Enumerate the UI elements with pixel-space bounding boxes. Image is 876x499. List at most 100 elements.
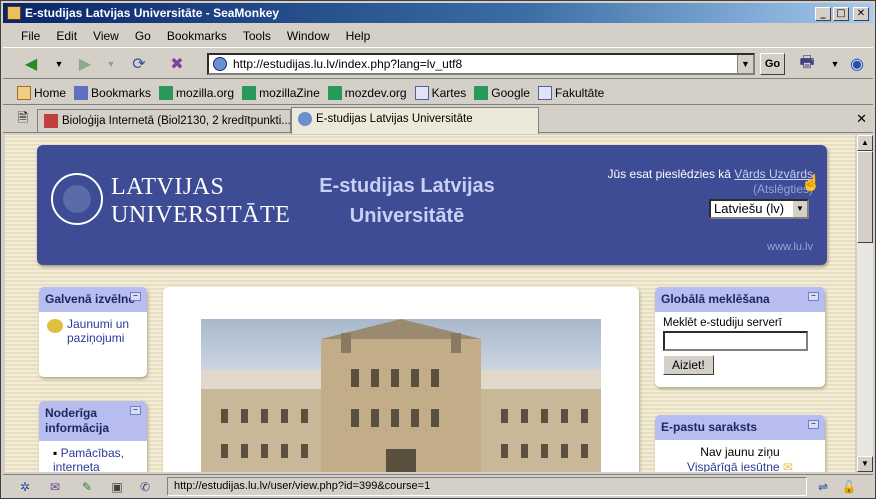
bookmark-kartes[interactable]: Kartes (414, 85, 466, 100)
chevron-down-icon: ▼ (793, 201, 807, 217)
menu-edit[interactable]: Edit (48, 25, 85, 45)
collapse-icon[interactable]: – (130, 406, 141, 415)
menu-view[interactable]: View (85, 25, 127, 45)
url-bar[interactable]: http://estudijas.lu.lv/index.php?lang=lv… (207, 53, 755, 75)
close-button[interactable]: ✕ (853, 7, 869, 21)
mail-icon[interactable]: ✉ (47, 479, 63, 495)
home-icon (17, 85, 31, 100)
back-dropdown-icon[interactable]: ▼ (47, 52, 71, 76)
minimize-button[interactable]: _ (815, 7, 831, 21)
tab-estudijas[interactable]: E-studijas Latvijas Universitāte (291, 107, 539, 134)
scroll-down-icon[interactable]: ▼ (857, 456, 873, 472)
browser-window: E-studijas Latvijas Universitāte - SeaMo… (0, 0, 876, 499)
logo-line-2: UNIVERSITĀTE (111, 202, 291, 228)
envelope-icon: ✉ (782, 460, 793, 472)
login-prefix: Jūs esat pieslēdzies kā (607, 167, 731, 181)
block-title: Galvenā izvēlne (45, 292, 136, 306)
link-icon (474, 85, 489, 100)
bookmark-label: Google (491, 85, 530, 100)
lu-site-link[interactable]: www.lu.lv (767, 241, 813, 253)
window-title: E-studijas Latvijas Universitāte - SeaMo… (25, 6, 280, 20)
bookmark-home[interactable]: Home (17, 85, 66, 100)
users-icon (47, 319, 63, 333)
bookmark-google[interactable]: Google (474, 85, 530, 100)
menu-file[interactable]: File (13, 25, 48, 45)
title-bar: E-studijas Latvijas Universitāte - SeaMo… (3, 3, 873, 23)
print-icon[interactable]: 🖶 (795, 52, 819, 76)
reload-icon[interactable]: ⟳ (127, 52, 151, 76)
block-title: Globālā meklēšana (661, 292, 770, 306)
scroll-thumb[interactable] (857, 151, 873, 243)
status-text: http://estudijas.lu.lv/user/view.php?id=… (167, 477, 807, 496)
addressbook-icon[interactable]: ▣ (109, 479, 125, 495)
bookmark-label: Fakultāte (554, 85, 605, 100)
vertical-scrollbar[interactable]: ▲ ▼ (857, 135, 873, 472)
language-select[interactable]: Latviešu (lv) ▼ (709, 199, 809, 219)
scroll-up-icon[interactable]: ▲ (857, 135, 873, 151)
inbox-link[interactable]: Vispārīgā iesūtne (687, 460, 780, 472)
url-text: http://estudijas.lu.lv/index.php?lang=lv… (233, 57, 463, 71)
university-building-image (201, 319, 601, 472)
security-icon: 🔓 (841, 480, 857, 494)
bullet-icon: ▪ (53, 446, 61, 460)
chat-icon[interactable]: ✆ (137, 479, 153, 495)
forward-dropdown-icon[interactable]: ▼ (99, 52, 123, 76)
tab-biologija[interactable]: Bioloģija Internetā (Biol2130, 2 kredītp… (37, 109, 291, 133)
throbber-icon: ◉ (850, 56, 864, 73)
online-icon: ⇌ (817, 480, 829, 494)
hand-cursor-icon: ☝ (801, 175, 821, 192)
back-icon[interactable]: ◀ (19, 52, 43, 76)
tab-bar: 🗎 Bioloģija Internetā (Biol2130, 2 kredī… (3, 107, 873, 134)
university-logo[interactable]: LATVIJAS UNIVERSITĀTE (111, 175, 290, 227)
tab-label: E-studijas Latvijas Universitāte (316, 113, 473, 125)
guides-link[interactable]: Pamācības, interneta (53, 446, 124, 472)
menu-go[interactable]: Go (127, 25, 159, 45)
stop-icon[interactable]: ✖ (165, 52, 189, 76)
link-icon (242, 85, 257, 100)
bookmark-bookmarks[interactable]: Bookmarks (74, 85, 151, 100)
menu-tools[interactable]: Tools (235, 25, 279, 45)
bookmarks-toolbar: Home Bookmarks mozilla.org mozillaZine m… (3, 81, 873, 105)
maximize-button[interactable]: □ (833, 7, 849, 21)
forward-icon[interactable]: ▶ (73, 52, 97, 76)
block-title: E-pastu saraksts (661, 420, 758, 434)
block-header: Galvenā izvēlne – (39, 287, 147, 312)
bookmark-label: mozdev.org (344, 85, 407, 100)
search-input[interactable] (663, 331, 808, 351)
tab-label: Bioloģija Internetā (Biol2130, 2 kredītp… (62, 115, 291, 127)
navigator-icon[interactable]: ✲ (17, 479, 33, 495)
bookmark-mozillazine[interactable]: mozillaZine (242, 85, 320, 100)
collapse-icon[interactable]: – (808, 420, 819, 429)
close-tab-icon[interactable]: ✕ (856, 111, 867, 127)
bookmark-label: mozillaZine (259, 85, 320, 100)
go-button[interactable]: Go (760, 53, 785, 75)
main-content-box (163, 287, 639, 472)
collapse-icon[interactable]: – (808, 292, 819, 301)
menu-bookmarks[interactable]: Bookmarks (159, 25, 235, 45)
main-menu-block: Galvenā izvēlne – Jaunumi un paziņojumi (39, 287, 147, 377)
menu-window[interactable]: Window (279, 25, 338, 45)
block-title: Noderīga informācija (45, 406, 110, 435)
print-dropdown-icon[interactable]: ▼ (823, 52, 847, 76)
language-value: Latviešu (lv) (714, 201, 785, 216)
search-label: Meklēt e-studiju serverī (663, 317, 782, 329)
bookmark-mozdev[interactable]: mozdev.org (327, 85, 407, 100)
search-button[interactable]: Aiziet! (663, 355, 714, 375)
navigation-toolbar: ◀ ▼ ▶ ▼ ⟳ ✖ http://estudijas.lu.lv/index… (3, 47, 873, 79)
block-body: Jaunumi un paziņojumi (39, 312, 147, 350)
status-bar: ✲ ✉ ✎ ▣ ✆ http://estudijas.lu.lv/user/vi… (3, 474, 873, 498)
block-body: Meklēt e-studiju serverī Aiziet! (655, 312, 825, 380)
bookmark-mozilla-org[interactable]: mozilla.org (159, 85, 234, 100)
menu-help[interactable]: Help (338, 25, 379, 45)
site-title: E-studijas Latvijas Universitātē (319, 175, 495, 227)
login-info: Jūs esat pieslēdzies kā Vārds Uzvārds (A… (608, 167, 813, 197)
composer-icon[interactable]: ✎ (79, 479, 95, 495)
link-icon (327, 85, 342, 100)
bookmark-fakultate[interactable]: Fakultāte (537, 85, 605, 100)
url-dropdown-icon[interactable]: ▼ (737, 55, 753, 73)
collapse-icon[interactable]: – (130, 292, 141, 301)
site-header: LATVIJAS UNIVERSITĀTE E-studijas Latvija… (37, 145, 827, 265)
new-tab-icon[interactable]: 🗎 (11, 108, 35, 132)
news-link[interactable]: Jaunumi un paziņojumi (67, 317, 139, 345)
link-icon (159, 85, 174, 100)
